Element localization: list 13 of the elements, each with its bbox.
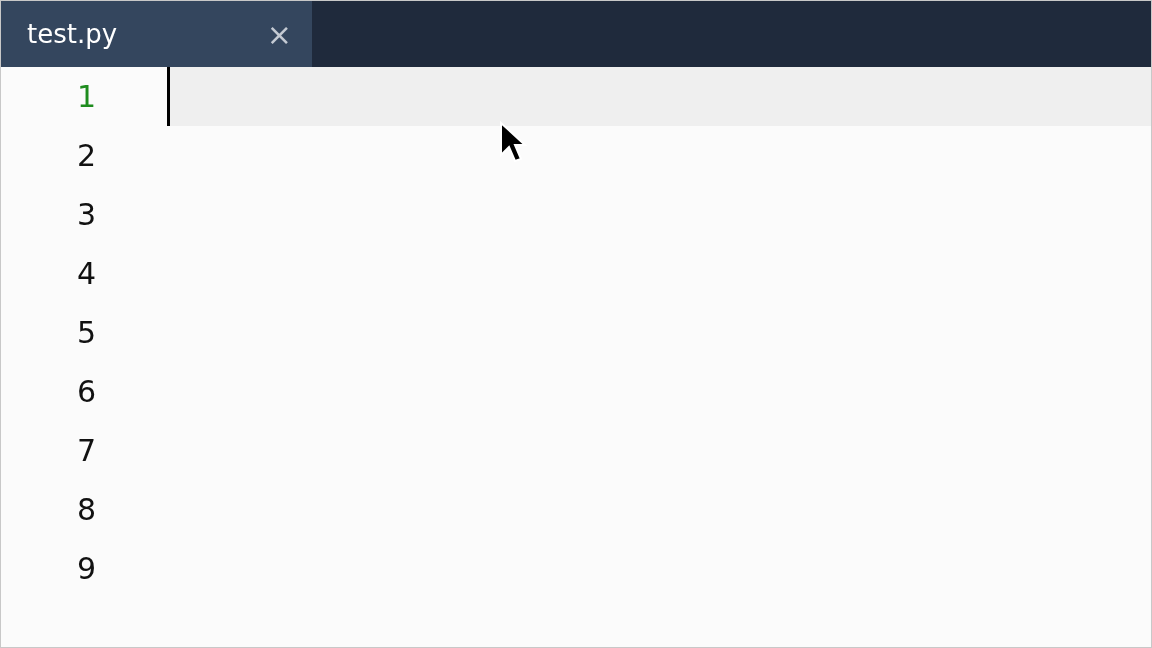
file-tab[interactable]: test.py ×: [1, 1, 312, 67]
tab-label: test.py: [27, 19, 118, 49]
line-number: 3: [77, 197, 97, 232]
line-number: 6: [77, 374, 97, 409]
line-number: 5: [77, 315, 97, 350]
close-button[interactable]: ×: [266, 16, 292, 52]
line-number: 1: [77, 79, 97, 114]
line-number: 4: [77, 256, 97, 291]
line-number: 9: [77, 551, 97, 586]
line-number: 8: [77, 492, 97, 527]
line-number: 7: [77, 433, 97, 468]
text-cursor: [167, 67, 170, 126]
line-number: 2: [77, 138, 97, 173]
